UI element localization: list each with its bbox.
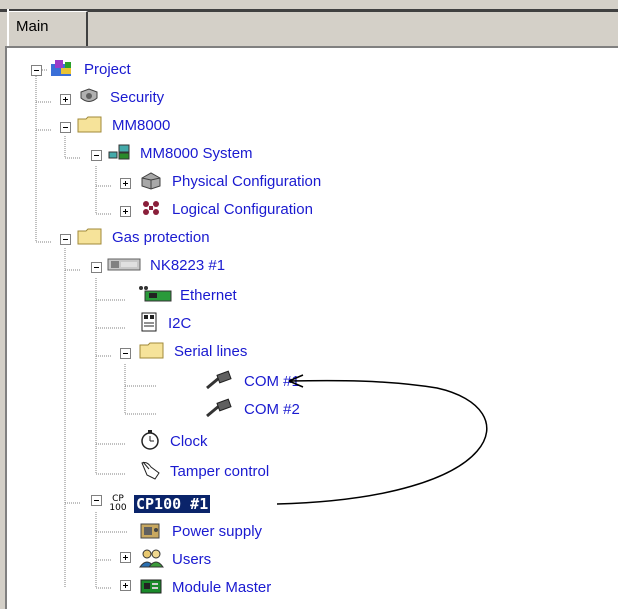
tree-item-physical-configuration[interactable]: Physical Configuration [139, 172, 323, 192]
tree-item-label: NK8223 #1 [150, 257, 226, 274]
folder-icon [77, 114, 105, 138]
tree-item-label: Tamper control [170, 463, 270, 480]
folder-icon [77, 226, 105, 250]
network-card-icon [139, 284, 173, 308]
serial-cable-icon [205, 398, 237, 422]
tree-item-label: Power supply [172, 523, 263, 540]
device-unit-icon [107, 254, 143, 278]
tamper-hand-icon [139, 459, 163, 485]
tree-item-security[interactable]: Security [77, 88, 166, 108]
tree-item-module-master[interactable]: Module Master [139, 578, 273, 598]
tree-item-com2[interactable]: COM #2 [205, 398, 302, 422]
tree-item-label: Clock [170, 433, 208, 450]
tree-item-label: COM #1 [244, 373, 300, 390]
computer-network-icon [107, 142, 133, 166]
tree-item-clock[interactable]: Clock [139, 429, 210, 455]
tree-item-mm8000-system[interactable]: MM8000 System [107, 144, 255, 164]
tree-item-label: Physical Configuration [172, 173, 322, 190]
project-tree: Project Security MM8000 MM8000 System Ph [7, 48, 618, 609]
tree-item-label: I2C [168, 315, 192, 332]
security-icon [77, 86, 103, 110]
tree-item-label: Gas protection [112, 229, 210, 246]
folder-icon [139, 340, 167, 364]
tree-item-label: Ethernet [180, 287, 237, 304]
tree-item-cp100[interactable]: CP 100 CP100 #1 [107, 492, 212, 516]
tree-item-serial-lines[interactable]: Serial lines [139, 342, 249, 362]
tree-item-label: Project [84, 61, 131, 78]
tree-item-label: MM8000 System [140, 145, 253, 162]
tab-main[interactable]: Main [8, 11, 88, 46]
tree-item-label: Module Master [172, 579, 272, 596]
logical-configuration-icon [139, 198, 165, 222]
module-master-icon [139, 576, 165, 600]
tree-item-label: Serial lines [174, 343, 248, 360]
tree-item-label: MM8000 [112, 117, 171, 134]
project-icon [49, 58, 77, 82]
tree-item-i2c[interactable]: I2C [139, 312, 193, 336]
tree-item-label: COM #2 [244, 401, 300, 418]
clock-icon [139, 429, 163, 455]
serial-cable-icon [205, 370, 237, 394]
tree-item-gas-protection[interactable]: Gas protection [77, 228, 212, 248]
tree-item-users[interactable]: Users [139, 548, 213, 572]
tree-item-nk8223[interactable]: NK8223 #1 [107, 256, 227, 276]
tree-panel: Project Security MM8000 MM8000 System Ph [5, 46, 618, 609]
users-icon [139, 548, 165, 572]
tree-item-tamper-control[interactable]: Tamper control [139, 459, 271, 485]
tree-item-label: CP100 #1 [132, 494, 212, 514]
tree-item-logical-configuration[interactable]: Logical Configuration [139, 200, 315, 220]
i2c-board-icon [139, 312, 161, 336]
tree-item-label: Security [110, 89, 165, 106]
tree-item-label: Users [172, 551, 212, 568]
tab-bar: Main [0, 0, 618, 46]
cp100-icon-bottom: 100 [109, 503, 127, 513]
tree-item-com1[interactable]: COM #1 [205, 370, 302, 394]
tree-item-mm8000[interactable]: MM8000 [77, 116, 172, 136]
tab-bar-border [0, 9, 618, 12]
tab-main-label: Main [16, 18, 49, 35]
power-supply-icon [139, 520, 165, 544]
tree-item-power-supply[interactable]: Power supply [139, 522, 264, 542]
tree-item-ethernet[interactable]: Ethernet [139, 286, 239, 306]
physical-configuration-icon [139, 170, 165, 194]
tree-item-label: Logical Configuration [172, 201, 313, 218]
tree-item-project[interactable]: Project [49, 60, 133, 80]
cp100-icon: CP 100 [107, 495, 129, 513]
